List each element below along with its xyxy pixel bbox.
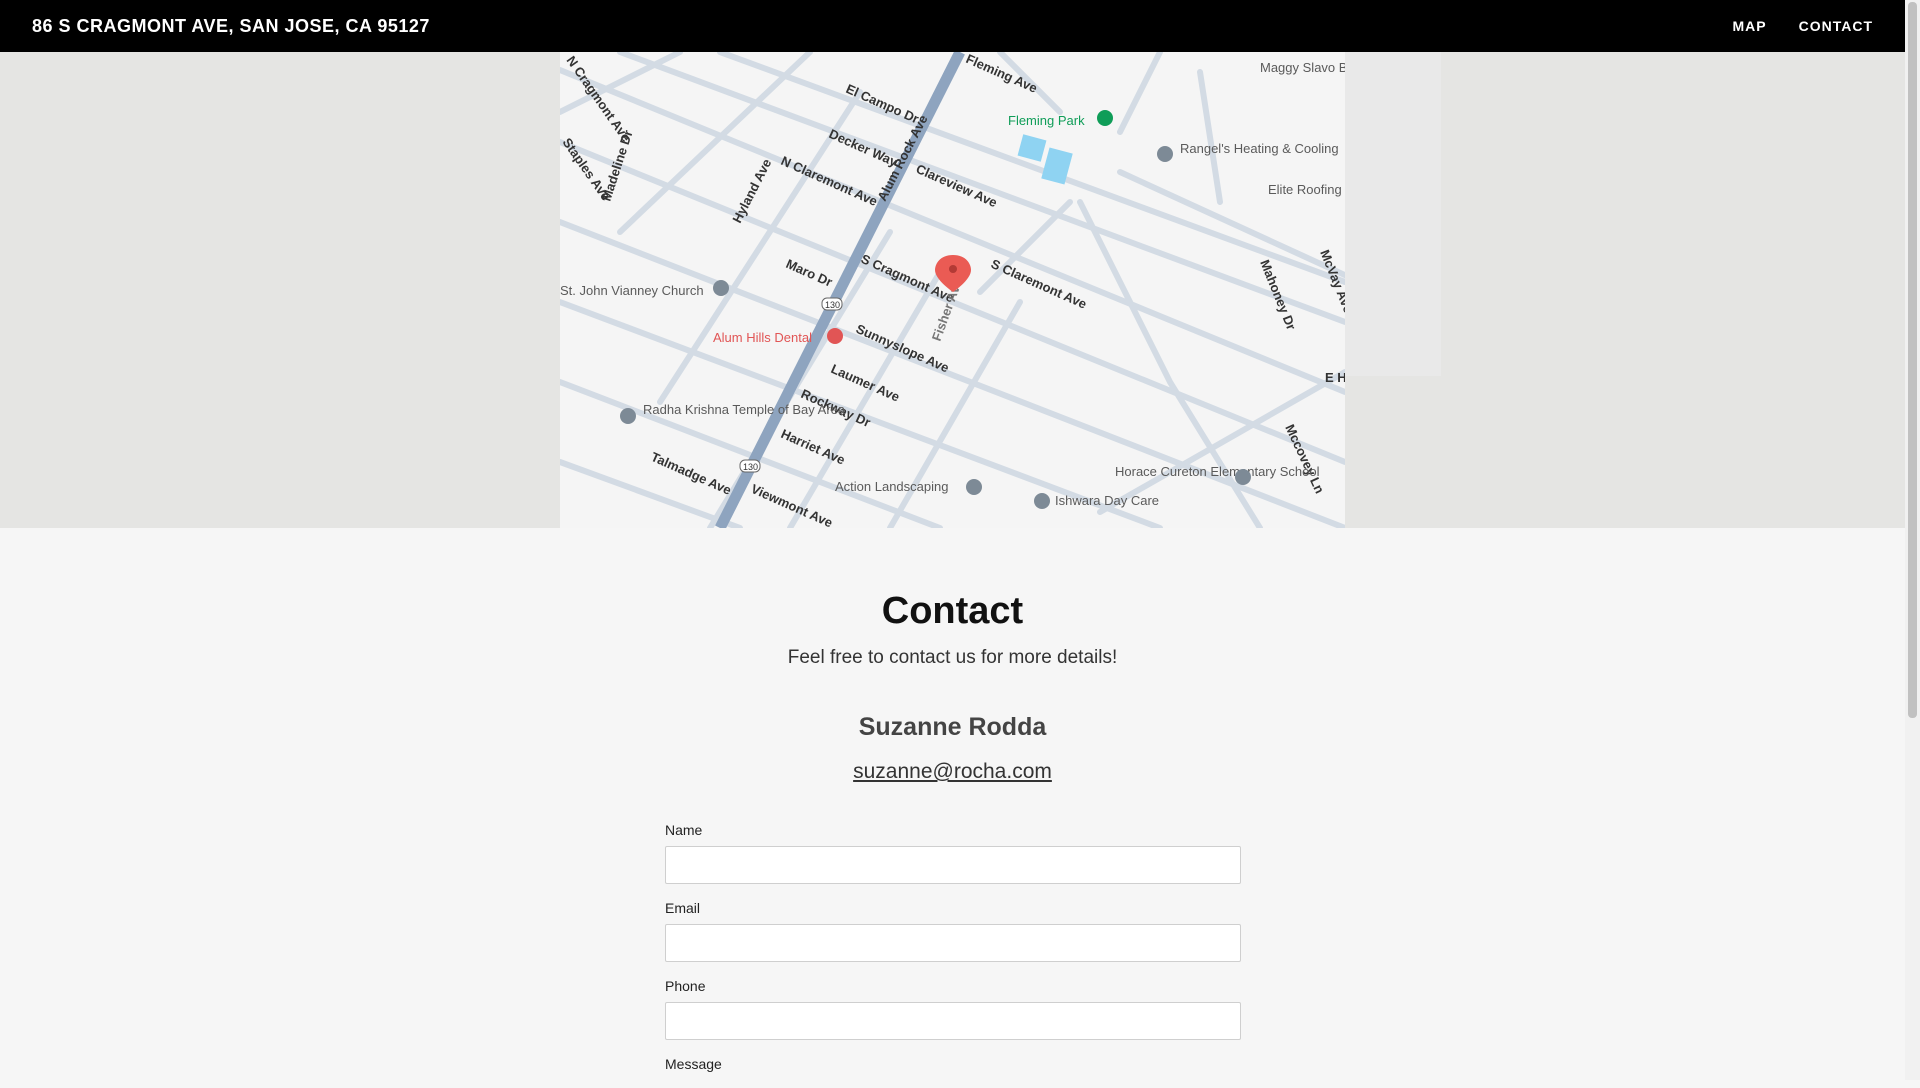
name-input[interactable] bbox=[665, 846, 1241, 884]
business-icon[interactable] bbox=[1157, 146, 1173, 162]
map-section: N Cragmont Ave Fleming Ave Alum Rock Ave… bbox=[0, 52, 1905, 528]
poi-label-daycare: Ishwara Day Care bbox=[1055, 493, 1159, 508]
business-icon[interactable] bbox=[966, 479, 982, 495]
nav-link-contact[interactable]: CONTACT bbox=[1799, 18, 1873, 34]
phone-field-group: Phone bbox=[665, 978, 1241, 1040]
hospital-icon[interactable] bbox=[827, 328, 843, 344]
poi-label-dental: Alum Hills Dental bbox=[713, 330, 812, 345]
poi-label-rangels: Rangel's Heating & Cooling bbox=[1180, 141, 1339, 156]
svg-text:130: 130 bbox=[825, 300, 840, 310]
contact-heading: Contact bbox=[881, 590, 1024, 632]
map-ghost-tile bbox=[1345, 52, 1441, 376]
park-icon[interactable] bbox=[1097, 110, 1113, 126]
page-title: 86 S CRAGMONT AVE, SAN JOSE, CA 95127 bbox=[32, 15, 430, 36]
message-label: Message bbox=[665, 1056, 722, 1072]
contact-email-link[interactable]: suzanne@rocha.com bbox=[853, 760, 1052, 784]
phone-input[interactable] bbox=[665, 1002, 1241, 1040]
name-field-group: Name bbox=[665, 822, 1241, 884]
email-label: Email bbox=[665, 900, 701, 916]
poi-label-school: Horace Cureton Elementary School bbox=[1115, 464, 1320, 479]
contact-subtitle: Feel free to contact us for more details… bbox=[787, 647, 1118, 668]
contact-form: Name Email Phone Message bbox=[665, 822, 1241, 1088]
nav-link-map[interactable]: MAP bbox=[1732, 18, 1766, 34]
church-icon[interactable] bbox=[713, 280, 729, 296]
email-field-group: Email bbox=[665, 900, 1241, 962]
poi-label-maggy: Maggy Slavo Broker/Real bbox=[1260, 60, 1345, 75]
email-input[interactable] bbox=[665, 924, 1241, 962]
poi-label-fleming-park: Fleming Park bbox=[1008, 113, 1085, 128]
phone-label: Phone bbox=[665, 978, 706, 994]
message-field-group: Message bbox=[665, 1056, 1241, 1072]
contact-section: Contact Feel free to contact us for more… bbox=[0, 528, 1905, 784]
contact-name: Suzanne Rodda bbox=[858, 713, 1047, 741]
poi-label-elite-roofing: Elite Roofing bbox=[1268, 182, 1342, 197]
svg-text:130: 130 bbox=[743, 462, 758, 472]
road-label: E Hi bbox=[1325, 370, 1345, 385]
poi-label-church: St. John Vianney Church bbox=[560, 283, 704, 298]
school-icon[interactable] bbox=[1235, 469, 1251, 485]
main-nav: MAP CONTACT bbox=[1732, 18, 1873, 34]
map-canvas[interactable]: N Cragmont Ave Fleming Ave Alum Rock Ave… bbox=[560, 52, 1345, 528]
top-bar: 86 S CRAGMONT AVE, SAN JOSE, CA 95127 MA… bbox=[0, 0, 1905, 52]
temple-icon[interactable] bbox=[620, 408, 636, 424]
vertical-scrollbar[interactable] bbox=[1905, 0, 1920, 1080]
daycare-icon[interactable] bbox=[1034, 493, 1050, 509]
name-label: Name bbox=[665, 822, 703, 838]
scrollbar-thumb[interactable] bbox=[1908, 2, 1917, 718]
poi-label-landscaping: Action Landscaping bbox=[835, 479, 948, 494]
poi-label-temple: Radha Krishna Temple of Bay Area bbox=[643, 402, 846, 417]
